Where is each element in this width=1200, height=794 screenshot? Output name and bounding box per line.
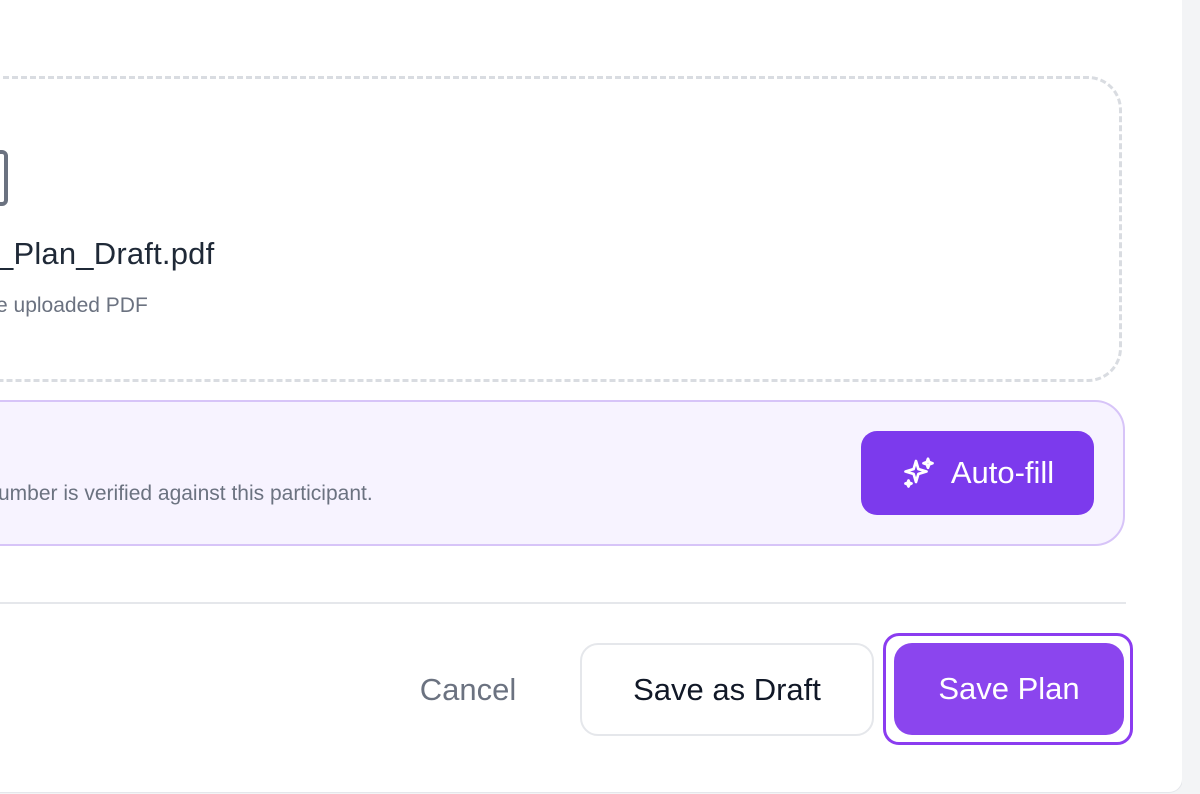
sparkles-icon	[903, 457, 934, 488]
uploaded-file-subtitle: e uploaded PDF	[0, 294, 148, 317]
save-plan-button[interactable]: Save Plan	[894, 643, 1124, 735]
save-draft-button[interactable]: Save as Draft	[580, 643, 874, 736]
pdf-dropzone[interactable]	[0, 76, 1122, 382]
scrollbar-track[interactable]	[1182, 0, 1200, 794]
plan-modal: _Plan_Draft.pdf e uploaded PDF umber is …	[0, 0, 1183, 793]
uploaded-file-name: _Plan_Draft.pdf	[0, 236, 215, 271]
autofill-description: umber is verified against this participa…	[0, 482, 373, 505]
autofill-button-label: Auto-fill	[950, 455, 1055, 490]
cancel-button[interactable]: Cancel	[392, 645, 544, 735]
file-icon	[0, 150, 8, 206]
autofill-button[interactable]: Auto-fill	[861, 431, 1094, 515]
footer-divider	[0, 602, 1126, 604]
